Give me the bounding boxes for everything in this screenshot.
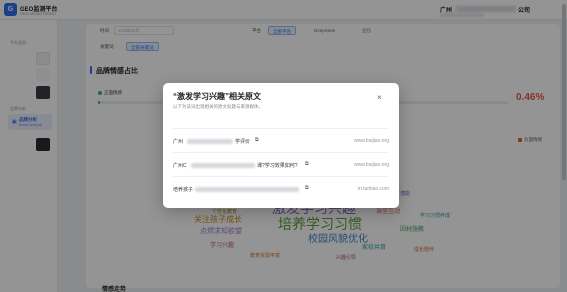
external-link-icon[interactable]: ⧉ [305, 161, 309, 167]
article-title-start[interactable]: 培养孩子 [173, 186, 193, 193]
article-title-redacted [187, 139, 233, 144]
article-source: m.tantiao.com [357, 186, 389, 192]
article-title-redacted [195, 187, 299, 192]
article-title-end[interactable]: 课?学习效果如何? [257, 162, 298, 169]
source-articles-dialog: “激发学习兴趣”相关原文 以下为该词出现相关的原文标题与来源媒体。 × 广州 学… [163, 83, 399, 208]
article-title-start[interactable]: 广州C [173, 162, 187, 169]
article-title-redacted [191, 163, 255, 168]
article-source: www.baijiao.org [353, 138, 389, 144]
article-row[interactable]: 培养孩子 ⧉ m.tantiao.com [173, 176, 389, 200]
dialog-subtitle: 以下为该词出现相关的原文标题与来源媒体。 [173, 104, 263, 109]
article-title-end[interactable]: 学评价 [235, 138, 250, 145]
article-row[interactable]: 广州 学评价 ⧉ www.baijiao.org [173, 128, 389, 152]
close-icon[interactable]: × [377, 94, 382, 102]
article-source: www.baijiao.org [353, 162, 389, 168]
article-row[interactable]: 广州C 课?学习效果如何? ⧉ www.baijiao.org [173, 152, 389, 176]
external-link-icon[interactable]: ⧉ [255, 137, 259, 143]
dialog-title: “激发学习兴趣”相关原文 [173, 92, 261, 101]
external-link-icon[interactable]: ⧉ [305, 185, 309, 191]
article-title-start[interactable]: 广州 [173, 138, 183, 145]
